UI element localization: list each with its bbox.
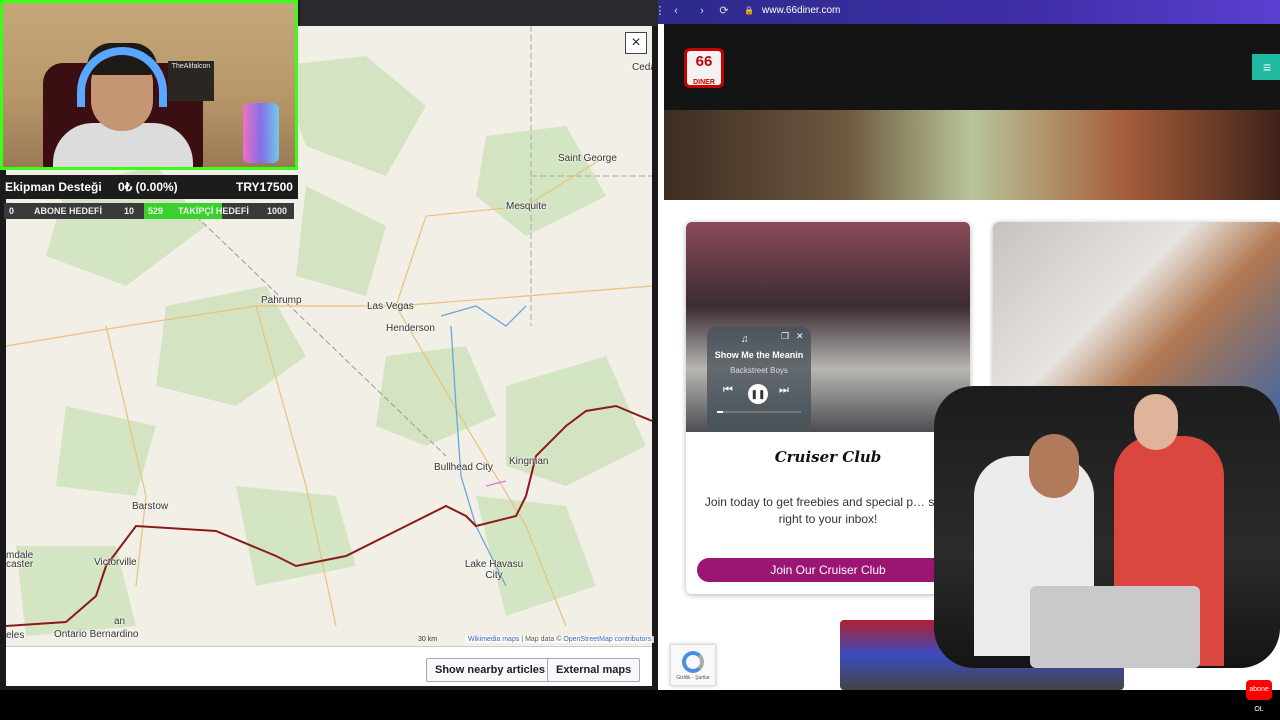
close-icon[interactable]: ✕ [796, 331, 804, 342]
bottom-strip [0, 690, 1280, 720]
map-label-los-angeles: eles [6, 630, 25, 641]
map-label-barstow: Barstow [132, 501, 169, 512]
map-label-victorville: Victorville [94, 557, 137, 568]
media-player-widget: ♫ ❐ ✕ Show Me the Meanin Backstreet Boys… [707, 326, 811, 430]
sub-current: 0 [9, 206, 15, 216]
seek-bar[interactable] [717, 411, 801, 413]
map-label-bullhead-city: Bullhead City [434, 462, 493, 473]
follow-goal-value: 1000 [267, 206, 288, 216]
show-nearby-articles-button[interactable]: Show nearby articles [426, 658, 555, 682]
map-label-lake-havasu-city: Lake Havasu City [464, 559, 524, 581]
next-track-icon[interactable]: ⏭ [779, 384, 789, 397]
track-artist: Backstreet Boys [730, 366, 788, 375]
hero-food-image [664, 110, 1280, 200]
recaptcha-icon [682, 651, 704, 673]
expand-icon[interactable]: ❐ [781, 331, 789, 342]
diner-logo[interactable]: 66 DINER [684, 48, 724, 88]
map-label-pahrump: Pahrump [261, 295, 302, 306]
pause-button[interactable]: ❚❚ [748, 384, 768, 404]
external-maps-button[interactable]: External maps [547, 658, 641, 682]
youtube-subscribe-icon[interactable]: abone OL [1246, 680, 1272, 713]
back-button[interactable]: ‹ [668, 3, 684, 19]
map-label-kingman: Kingman [509, 456, 549, 467]
map-label-saint-george: Saint George [558, 153, 617, 164]
join-cruiser-club-button[interactable]: Join Our Cruiser Club [697, 558, 959, 582]
wikimedia-maps-link[interactable]: Wikimedia maps [468, 636, 519, 643]
map-dialog-header [300, 0, 658, 26]
donation-goal: TRY17500 [236, 180, 293, 194]
site-header: 66 DINER ≡ [664, 24, 1280, 110]
browser-toolbar: ⋮ ‹ › ⟳ 🔒 www.66diner.com [655, 0, 1280, 24]
reload-button[interactable]: ⟳ [716, 3, 732, 19]
follow-current: 529 [148, 206, 164, 216]
logo-word: DINER [693, 79, 715, 86]
card-description: Join today to get freebies and special p… [704, 495, 952, 526]
menu-dots-icon[interactable]: ⋮ [652, 3, 668, 19]
lock-icon: 🔒 [744, 6, 754, 15]
donation-amount: 0₺ (0.00%) [118, 180, 178, 194]
webcam-overlay: TheAlifalcon [0, 0, 298, 170]
sub-goal-value: 10 [124, 206, 135, 216]
map-footer: Show nearby articles External maps [6, 646, 652, 686]
map-attribution: Wikimedia maps | Map data © OpenStreetMa… [465, 636, 655, 643]
sub-goal-label: ABONE HEDEFİ [34, 206, 103, 216]
track-title: Show Me the Meanin [714, 350, 804, 360]
attribution-separator: | Map data © [519, 636, 564, 643]
recaptcha-text: Gizlilik - Şartlar [676, 675, 710, 681]
osm-contributors-link[interactable]: OpenStreetMap contributors [563, 636, 651, 643]
forward-button[interactable]: › [694, 3, 710, 19]
map-close-button[interactable]: × [625, 32, 647, 54]
man-head [1029, 434, 1079, 498]
donation-goal-bar: Ekipman Desteği 0₺ (0.00%) TRY17500 [0, 175, 298, 199]
map-label-mesquite: Mesquite [506, 201, 547, 212]
logo-number: 66 [695, 53, 713, 70]
music-note-icon: ♫ [741, 334, 749, 345]
wall-poster: TheAlifalcon [168, 61, 214, 101]
map-label-las-vegas: Las Vegas [367, 301, 414, 312]
donation-label: Ekipman Desteği [5, 180, 102, 194]
map-scale: 30 km [418, 636, 438, 643]
laptop [1030, 586, 1200, 668]
reaction-video-overlay [934, 386, 1280, 668]
map-label-ceda: Ceda [632, 62, 652, 73]
rgb-lamp [243, 103, 279, 163]
goals-bar: 0 ABONE HEDEFİ 10 529 TAKİPÇİ HEDEFİ 100… [4, 203, 294, 219]
address-bar[interactable]: www.66diner.com [762, 5, 840, 16]
recaptcha-badge[interactable]: Gizlilik - Şartlar [670, 644, 716, 686]
previous-track-icon[interactable]: ⏮ [723, 384, 733, 397]
woman-head [1134, 394, 1178, 450]
card-title: Cruiser Club [774, 448, 882, 466]
hamburger-menu-icon[interactable]: ≡ [1252, 54, 1280, 80]
map-label-henderson: Henderson [386, 323, 435, 334]
map-label-ontario-bernardino: Ontario Bernardino [54, 629, 139, 640]
follow-goal-label: TAKİPÇİ HEDEFİ [178, 206, 249, 216]
map-label-palmdale: mdale [6, 550, 34, 561]
map-label-san: an [114, 616, 126, 627]
